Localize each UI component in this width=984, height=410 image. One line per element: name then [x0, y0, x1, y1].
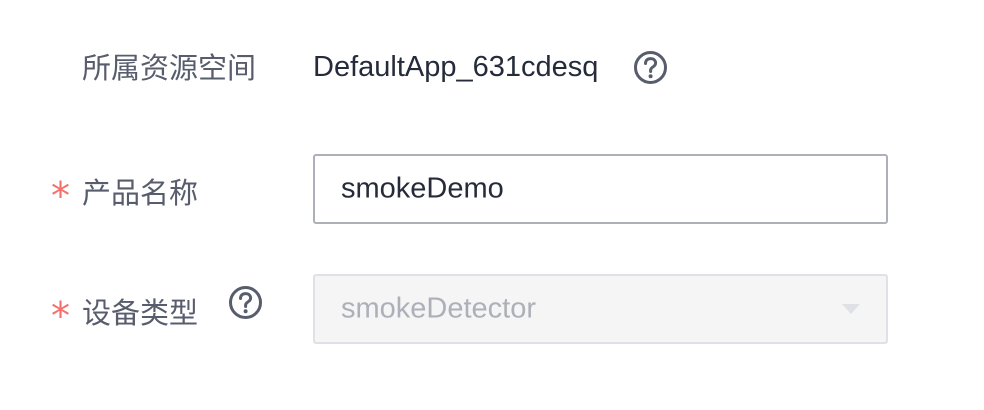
product-name-row: * 产品名称 smokeDemo	[0, 130, 984, 250]
required-mark: *	[51, 294, 70, 338]
device-type-select[interactable]: smokeDetector	[313, 274, 888, 344]
product-name-label: 产品名称	[82, 176, 199, 210]
workspace-value: DefaultApp_631cdesq	[313, 51, 599, 83]
device-type-label: 设备类型	[82, 296, 199, 330]
required-mark: *	[51, 174, 70, 218]
workspace-row: 所属资源空间 DefaultApp_631cdesq	[0, 0, 984, 130]
question-circle-icon[interactable]	[633, 50, 668, 85]
product-name-value: smokeDemo	[341, 172, 504, 205]
question-circle-icon[interactable]	[228, 285, 263, 320]
device-type-selected-value: smokeDetector	[341, 292, 537, 325]
workspace-label: 所属资源空间	[82, 51, 257, 85]
caret-down-icon	[842, 304, 860, 314]
device-type-row: * 设备类型 smokeDetector	[0, 250, 984, 410]
product-name-input[interactable]: smokeDemo	[313, 154, 888, 224]
